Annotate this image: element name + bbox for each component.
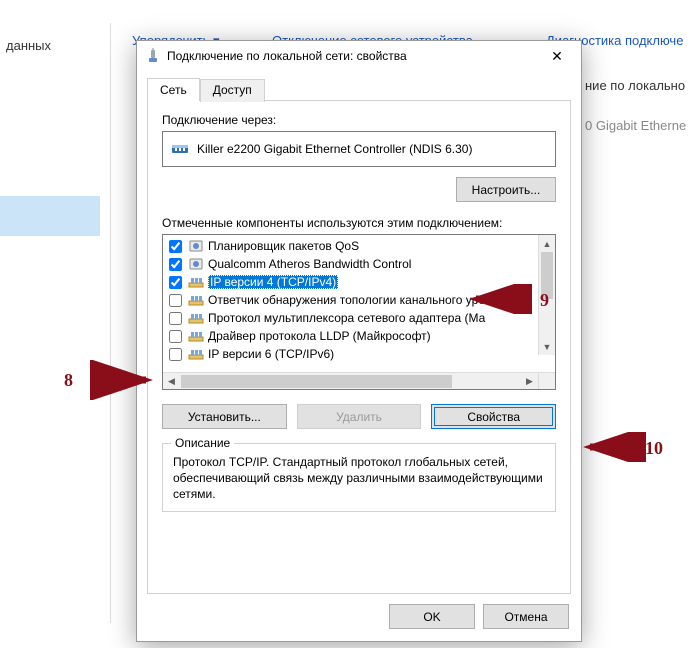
- annotation-arrow-10: [580, 432, 660, 462]
- protocol-icon: [188, 329, 204, 343]
- install-button[interactable]: Установить...: [162, 404, 287, 429]
- tab-strip: Сеть Доступ: [147, 77, 571, 100]
- components-label: Отмеченные компоненты используются этим …: [162, 216, 556, 230]
- close-icon: ✕: [551, 48, 563, 65]
- component-item[interactable]: Планировщик пакетов QoS: [165, 237, 536, 255]
- tab-network[interactable]: Сеть: [147, 78, 200, 101]
- remove-button: Удалить: [297, 404, 422, 429]
- component-label: Планировщик пакетов QoS: [208, 239, 359, 253]
- component-checkbox[interactable]: [169, 276, 182, 289]
- scroll-up-icon[interactable]: ▲: [539, 235, 555, 252]
- component-checkbox[interactable]: [169, 294, 182, 307]
- component-checkbox[interactable]: [169, 258, 182, 271]
- scroll-thumb-h[interactable]: [181, 375, 452, 388]
- component-label: Ответчик обнаружения топологии канальног…: [208, 293, 491, 307]
- description-groupbox: Описание Протокол TCP/IP. Стандартный пр…: [162, 443, 556, 512]
- nic-icon: [171, 142, 189, 156]
- configure-button[interactable]: Настроить...: [456, 177, 556, 202]
- bg-conn-name: ние по локально: [585, 78, 685, 93]
- bg-label-data: данных: [6, 38, 51, 53]
- annotation-label-10: 10: [645, 438, 663, 459]
- annotation-label-8: 8: [64, 370, 73, 391]
- protocol-icon: [188, 275, 204, 289]
- component-item[interactable]: Qualcomm Atheros Bandwidth Control: [165, 255, 536, 273]
- component-checkbox[interactable]: [169, 312, 182, 325]
- network-adapter-icon: [145, 48, 161, 64]
- adapter-box[interactable]: Killer e2200 Gigabit Ethernet Controller…: [162, 131, 556, 167]
- service-icon: [188, 239, 204, 253]
- protocol-icon: [188, 293, 204, 307]
- titlebar[interactable]: Подключение по локальной сети: свойства …: [137, 41, 581, 71]
- component-checkbox[interactable]: [169, 240, 182, 253]
- scroll-right-icon[interactable]: ▶: [521, 373, 538, 390]
- description-text: Протокол TCP/IP. Стандартный протокол гл…: [173, 454, 545, 503]
- properties-dialog: Подключение по локальной сети: свойства …: [136, 40, 582, 642]
- component-label: Qualcomm Atheros Bandwidth Control: [208, 257, 411, 271]
- tab-panel-network: Подключение через: Killer e2200 Gigabit …: [147, 100, 571, 594]
- scroll-corner: [538, 372, 555, 389]
- horizontal-scrollbar[interactable]: ◀ ▶: [163, 372, 538, 389]
- scroll-down-icon[interactable]: ▼: [539, 338, 555, 355]
- tab-sharing[interactable]: Доступ: [200, 79, 265, 102]
- cancel-button[interactable]: Отмена: [483, 604, 569, 629]
- component-item[interactable]: Драйвер протокола LLDP (Майкрософт): [165, 327, 536, 345]
- component-label: Драйвер протокола LLDP (Майкрософт): [208, 329, 431, 343]
- adapter-name: Killer e2200 Gigabit Ethernet Controller…: [197, 142, 472, 156]
- component-item[interactable]: Протокол мультиплексора сетевого адаптер…: [165, 309, 536, 327]
- component-checkbox[interactable]: [169, 330, 182, 343]
- scroll-thumb-v[interactable]: [541, 252, 553, 299]
- component-label: Протокол мультиплексора сетевого адаптер…: [208, 311, 485, 325]
- protocol-icon: [188, 347, 204, 361]
- description-legend: Описание: [171, 436, 234, 450]
- component-checkbox[interactable]: [169, 348, 182, 361]
- component-label: IP версии 4 (TCP/IPv4): [208, 275, 338, 289]
- component-item[interactable]: Ответчик обнаружения топологии канальног…: [165, 291, 536, 309]
- component-item[interactable]: IP версии 6 (TCP/IPv6): [165, 345, 536, 363]
- bg-nic-name: 0 Gigabit Etherne: [585, 118, 686, 133]
- service-icon: [188, 257, 204, 271]
- dialog-title: Подключение по локальной сети: свойства: [167, 49, 535, 63]
- components-list: Планировщик пакетов QoS Qualcomm Atheros …: [162, 234, 556, 390]
- component-item[interactable]: IP версии 4 (TCP/IPv4): [165, 273, 536, 291]
- connect-via-label: Подключение через:: [162, 113, 556, 127]
- close-button[interactable]: ✕: [535, 42, 579, 70]
- scroll-left-icon[interactable]: ◀: [163, 373, 180, 390]
- vertical-scrollbar[interactable]: ▲ ▼: [538, 235, 555, 355]
- protocol-icon: [188, 311, 204, 325]
- properties-button[interactable]: Свойства: [431, 404, 556, 429]
- ok-button[interactable]: OK: [389, 604, 475, 629]
- bg-selection-highlight: [0, 196, 100, 236]
- component-label: IP версии 6 (TCP/IPv6): [208, 347, 334, 361]
